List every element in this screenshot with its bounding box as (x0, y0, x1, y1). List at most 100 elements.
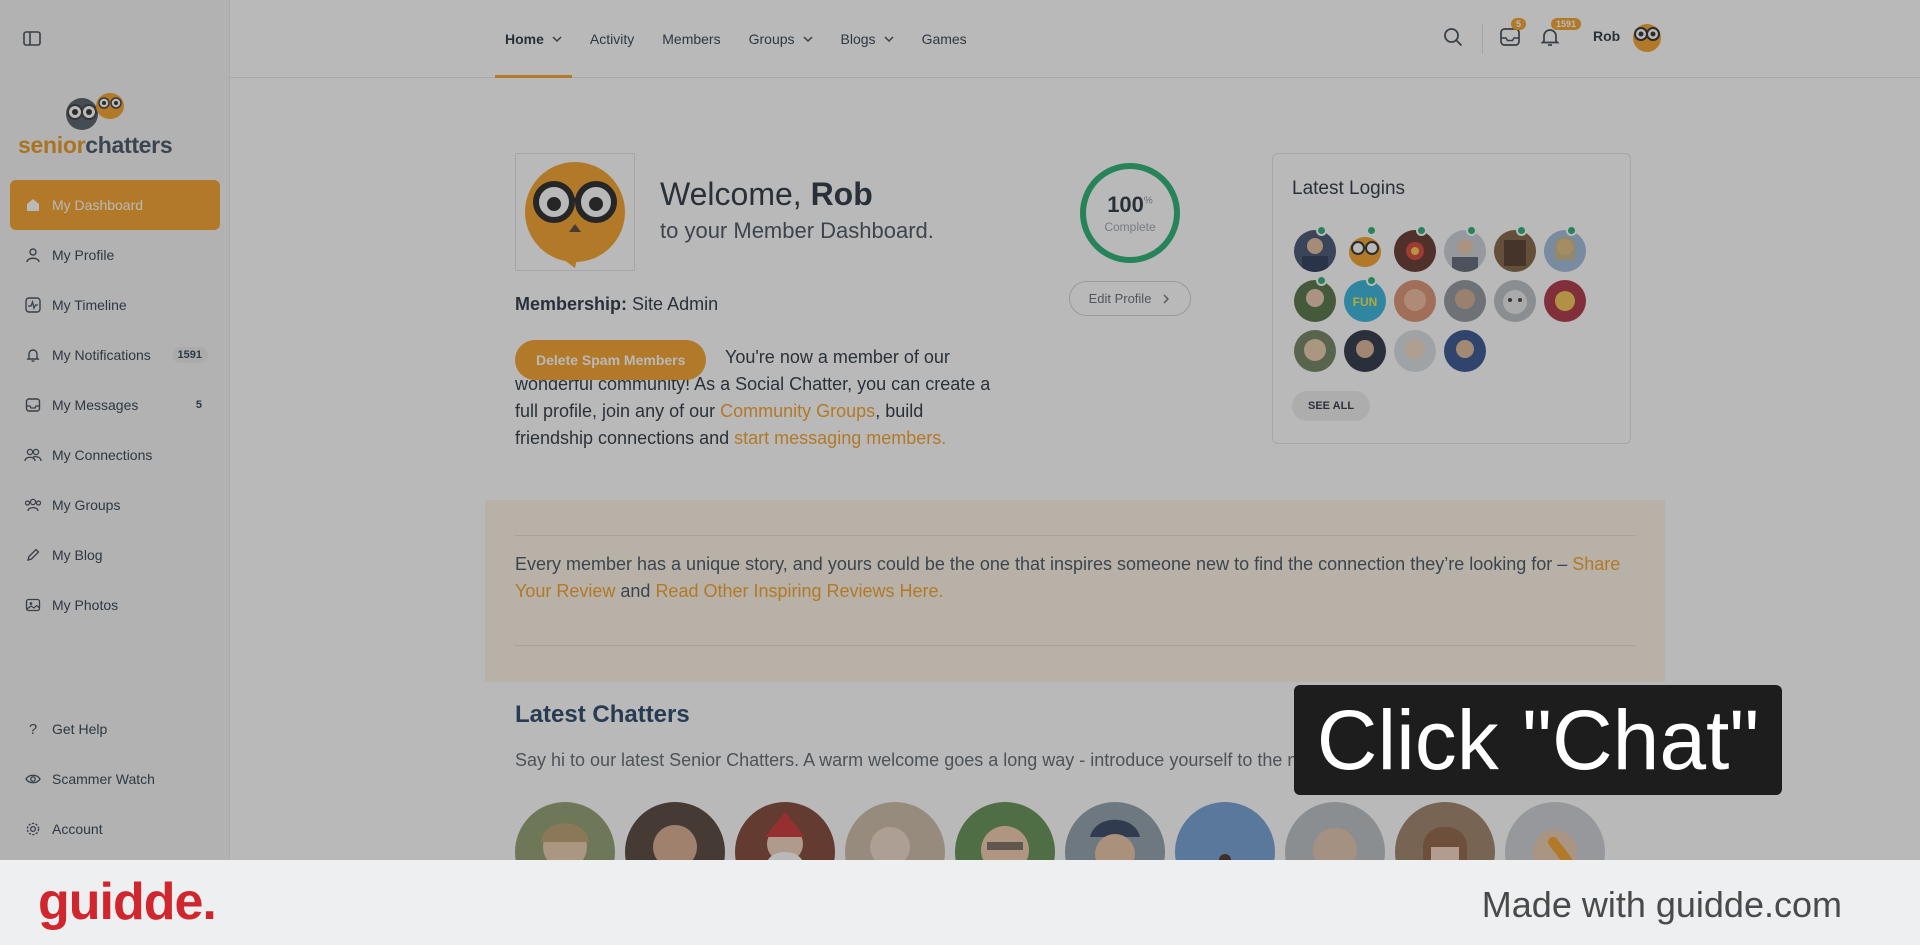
member-avatar[interactable] (1544, 230, 1586, 272)
menu-item-blogs[interactable]: Blogs (831, 0, 904, 78)
latest-logins-title: Latest Logins (1292, 178, 1406, 199)
sidebar-item-scammer-watch[interactable]: Scammer Watch (10, 754, 220, 804)
sidebar-item-my-notifications[interactable]: My Notifications 1591 (10, 330, 220, 380)
member-avatar[interactable] (1444, 230, 1486, 272)
sidebar-item-label: My Dashboard (52, 197, 144, 213)
online-indicator (1366, 275, 1377, 286)
notifications-count: 1591 (171, 347, 208, 363)
messages-count: 5 (195, 399, 202, 411)
messages-inbox-icon[interactable]: 5 (1499, 18, 1527, 50)
member-avatar[interactable] (1394, 330, 1436, 372)
sidebar-item-label: My Photos (52, 597, 119, 613)
sidebar-item-account[interactable]: Account (10, 804, 220, 854)
logo-wordmark: seniorchatters (18, 132, 173, 158)
guidde-footer: guidde. Made with guidde.com (0, 860, 1920, 945)
progress-label: Complete (1104, 220, 1156, 234)
pencil-icon (24, 546, 42, 564)
sidebar-item-my-dashboard[interactable]: My Dashboard (10, 180, 220, 230)
svg-text:FUN: FUN (1353, 295, 1378, 309)
menu-item-members[interactable]: Members (652, 0, 730, 78)
member-avatar[interactable] (1294, 230, 1336, 272)
member-avatar[interactable] (1344, 230, 1386, 272)
chevron-down-icon (552, 36, 562, 43)
sidebar-item-label: Account (52, 821, 103, 837)
sidebar-item-my-connections[interactable]: My Connections (10, 430, 220, 480)
sidebar-item-label: Get Help (52, 721, 108, 737)
sidebar: seniorchatters My Dashboard My Profile M… (0, 0, 230, 860)
question-icon: ? (28, 720, 38, 738)
sidebar-item-label: My Blog (52, 547, 103, 563)
read-reviews-link[interactable]: Read Other Inspiring Reviews Here. (655, 581, 943, 601)
messages-badge: 5 (1511, 18, 1527, 30)
activity-icon (24, 296, 42, 314)
divider (515, 645, 1635, 646)
divider (515, 535, 1635, 536)
site-logo[interactable]: seniorchatters (18, 90, 178, 160)
main-menu: Home Activity Members Groups Blogs Games (495, 0, 985, 78)
menu-item-label: Activity (589, 31, 635, 47)
home-icon (24, 196, 42, 214)
member-avatar[interactable] (1494, 280, 1536, 322)
sidebar-item-get-help[interactable]: ? Get Help (10, 704, 220, 754)
progress-value: 100% (1107, 192, 1153, 217)
online-indicator (1366, 225, 1377, 236)
member-avatar[interactable] (1394, 280, 1436, 322)
membership-info: Membership: Site Admin (515, 294, 719, 314)
menu-item-label: Groups (748, 31, 795, 47)
community-groups-link[interactable]: Community Groups (720, 401, 875, 421)
sidebar-item-my-timeline[interactable]: My Timeline (10, 280, 220, 330)
sidebar-item-my-photos[interactable]: My Photos (10, 580, 220, 630)
online-indicator (1316, 275, 1327, 286)
chevron-right-icon (1163, 294, 1170, 303)
divider (1482, 24, 1483, 54)
member-avatar[interactable] (1444, 330, 1486, 372)
menu-item-label: Home (505, 31, 544, 47)
photo-icon (24, 596, 42, 614)
latest-logins-card: Latest Logins FUN SEE ALL (1272, 153, 1631, 444)
profile-avatar[interactable] (515, 153, 635, 271)
sidebar-nav: My Dashboard My Profile My Timeline My N… (10, 180, 220, 630)
sidebar-item-label: My Groups (52, 497, 121, 513)
menu-item-groups[interactable]: Groups (739, 0, 823, 78)
latest-chatters-title: Latest Chatters (515, 701, 690, 728)
menu-item-games[interactable]: Games (912, 0, 977, 78)
sidebar-item-label: My Timeline (52, 297, 127, 313)
menu-item-activity[interactable]: Activity (580, 0, 644, 78)
edit-profile-button[interactable]: Edit Profile (1069, 281, 1191, 316)
member-avatar[interactable]: FUN (1344, 280, 1386, 322)
user-name[interactable]: Rob (1593, 28, 1620, 44)
groups-icon (24, 496, 42, 514)
menu-item-label: Members (662, 31, 721, 47)
user-avatar[interactable] (1630, 20, 1664, 54)
guidde-logo[interactable]: guidde. (38, 872, 217, 932)
sidebar-item-my-profile[interactable]: My Profile (10, 230, 220, 280)
sidebar-item-my-messages[interactable]: My Messages 5 (10, 380, 220, 430)
member-avatar[interactable] (1294, 330, 1336, 372)
member-avatar[interactable] (1294, 280, 1336, 322)
member-avatar[interactable] (1344, 330, 1386, 372)
user-icon (24, 246, 42, 264)
online-indicator (1516, 225, 1527, 236)
notifications-badge: 1591 (1551, 18, 1582, 30)
delete-spam-members-button[interactable]: Delete Spam Members (515, 340, 707, 380)
sidebar-item-my-groups[interactable]: My Groups (10, 480, 220, 530)
search-icon[interactable] (1442, 26, 1466, 50)
sidebar-item-label: My Connections (52, 447, 153, 463)
start-messaging-link[interactable]: start messaging members. (734, 428, 946, 448)
see-all-button[interactable]: SEE ALL (1292, 391, 1371, 421)
menu-item-label: Blogs (840, 31, 876, 47)
member-avatar[interactable] (1394, 230, 1436, 272)
member-avatar[interactable] (1544, 280, 1586, 322)
welcome-subtitle: to your Member Dashboard. (660, 218, 934, 243)
menu-item-home[interactable]: Home (495, 0, 572, 78)
sidebar-toggle-icon[interactable] (22, 28, 44, 50)
online-indicator (1566, 225, 1577, 236)
notifications-bell-icon[interactable]: 1591 (1539, 18, 1582, 50)
online-indicator (1416, 225, 1427, 236)
online-indicator (1316, 225, 1327, 236)
inbox-icon (24, 396, 42, 414)
member-avatar[interactable] (1444, 280, 1486, 322)
chevron-down-icon (803, 36, 813, 43)
member-avatar[interactable] (1494, 230, 1536, 272)
sidebar-item-my-blog[interactable]: My Blog (10, 530, 220, 580)
